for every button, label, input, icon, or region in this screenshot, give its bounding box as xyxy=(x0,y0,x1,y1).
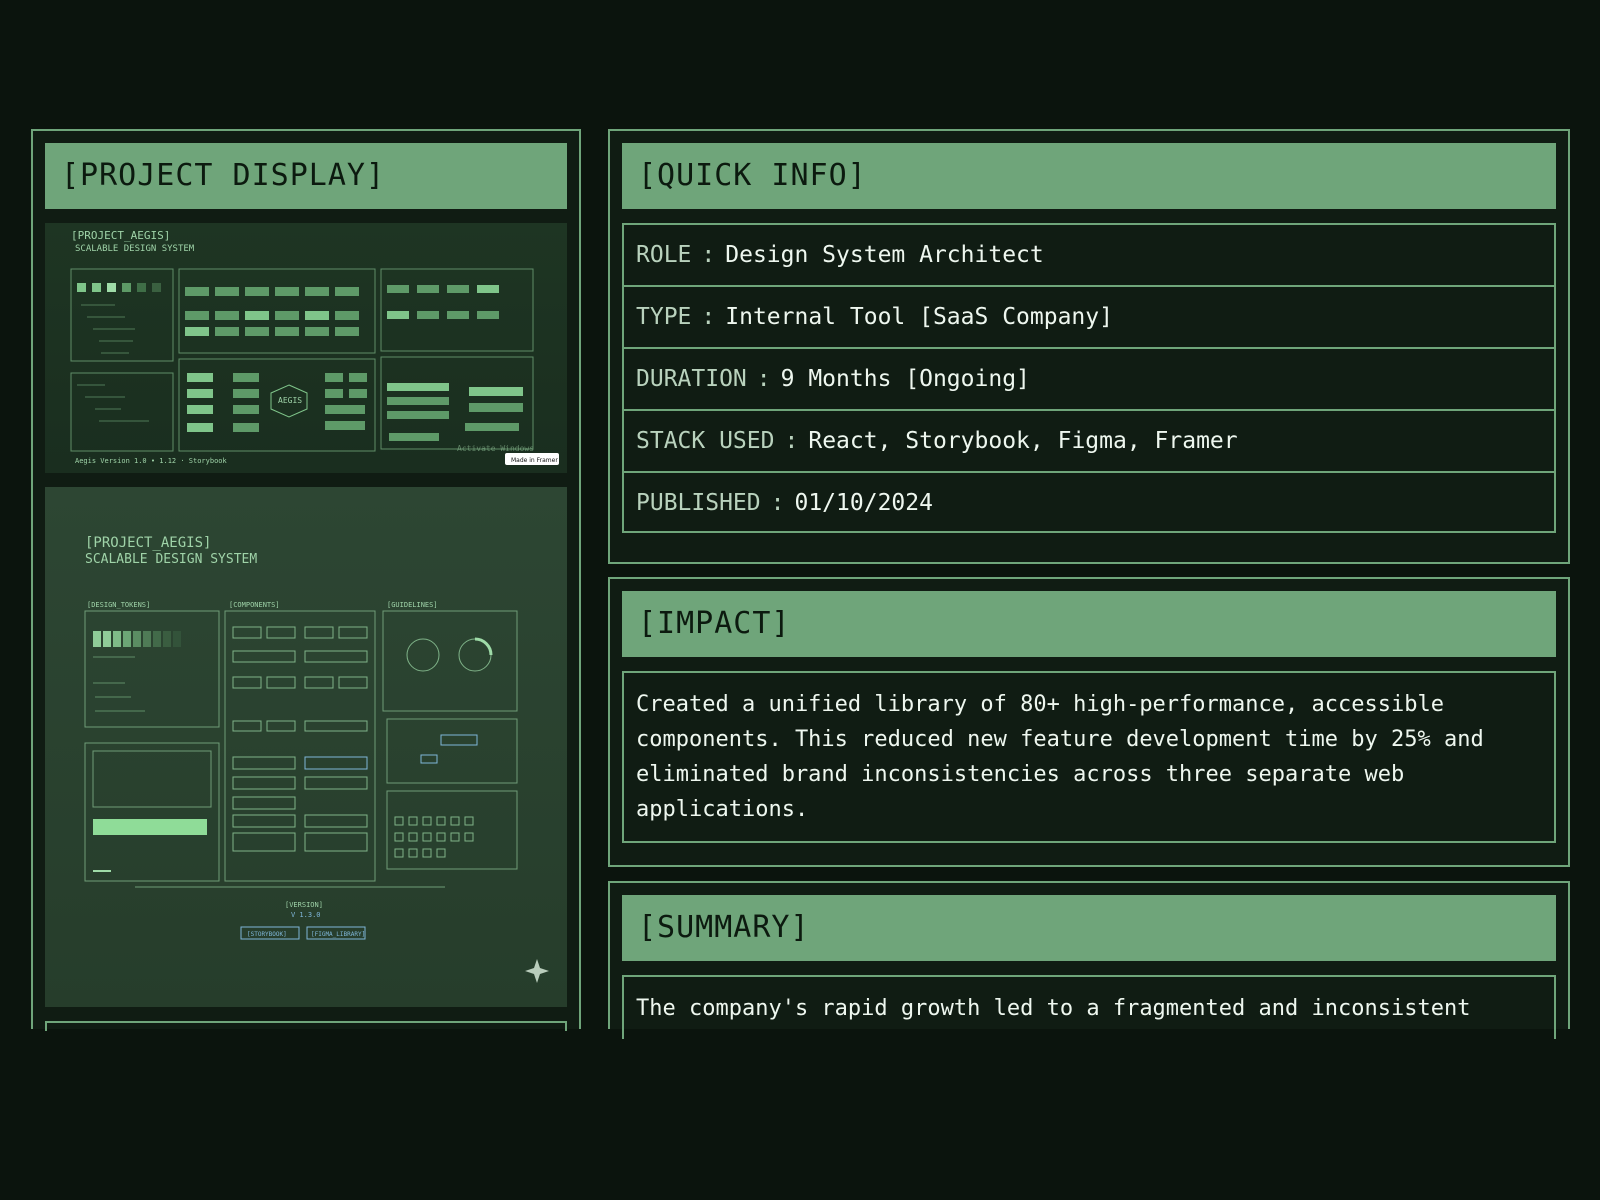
info-label: PUBLISHED xyxy=(636,490,761,516)
summary-text: The company's rapid growth led to a frag… xyxy=(622,975,1556,1039)
info-value: React, Storybook, Figma, Framer xyxy=(808,428,1238,454)
design-system-preview-2: [PROJECT_AEGIS] SCALABLE DESIGN SYSTEM [… xyxy=(84,535,549,983)
impact-panel: [IMPACT] Created a unified library of 80… xyxy=(608,577,1570,867)
info-label: STACK USED xyxy=(636,428,775,454)
info-label: ROLE xyxy=(636,242,692,268)
project-screenshot-1[interactable]: [PROJECT_AEGIS] SCALABLE DESIGN SYSTEM A… xyxy=(45,223,567,473)
quick-info-panel: [QUICK INFO] ROLE: Design System Architec… xyxy=(608,129,1570,564)
shot1-badge: Made in Framer xyxy=(511,457,558,464)
shot2-section-tokens: [DESIGN_TOKENS] xyxy=(87,601,150,609)
sparkle-icon xyxy=(525,959,549,983)
info-label: TYPE xyxy=(636,304,692,330)
impact-text: Created a unified library of 80+ high-pe… xyxy=(622,671,1556,843)
info-row-type: TYPE: Internal Tool [SaaS Company] xyxy=(624,287,1554,349)
shot2-link-storybook: [STORYBOOK] xyxy=(247,931,287,938)
shot2-version-label: [VERSION] xyxy=(285,901,323,909)
project-screenshot-2[interactable]: [PROJECT_AEGIS] SCALABLE DESIGN SYSTEM [… xyxy=(45,487,567,1007)
shot1-subtitle: SCALABLE DESIGN SYSTEM xyxy=(75,244,195,254)
design-system-preview-1: [PROJECT_AEGIS] SCALABLE DESIGN SYSTEM A… xyxy=(70,229,559,465)
info-separator: : xyxy=(756,366,771,392)
shot1-footer: Aegis Version 1.0 • 1.12 · Storybook xyxy=(75,457,228,465)
summary-title: [SUMMARY] xyxy=(622,895,1556,961)
info-row-published: PUBLISHED:01/10/2024 xyxy=(624,473,1554,531)
shot1-watermark: Activate Windows xyxy=(457,444,534,453)
shot1-center-label: AEGIS xyxy=(278,396,302,405)
info-separator: : xyxy=(784,428,799,454)
quick-info-title: [QUICK INFO] xyxy=(622,143,1556,209)
info-value: Design System Architect xyxy=(725,242,1044,268)
shot2-section-guidelines: [GUIDELINES] xyxy=(387,601,438,609)
shot2-version-value: V 1.3.0 xyxy=(291,911,321,919)
quick-info-list: ROLE: Design System Architect TYPE: Intern… xyxy=(622,223,1556,533)
summary-panel: [SUMMARY] The company's rapid growth led… xyxy=(608,881,1570,1039)
info-row-stack: STACK USED: React, Storybook, Figma, Fram… xyxy=(624,411,1554,473)
project-display-panel: [PROJECT DISPLAY] [PROJECT_AEGIS] SCALAB… xyxy=(31,129,581,1031)
info-value: 9 Months [Ongoing] xyxy=(780,366,1030,392)
info-row-duration: DURATION:9 Months [Ongoing] xyxy=(624,349,1554,411)
next-card-edge xyxy=(45,1021,567,1031)
info-row-role: ROLE: Design System Architect xyxy=(624,225,1554,287)
shot2-section-components: [COMPONENTS] xyxy=(229,601,280,609)
impact-title: [IMPACT] xyxy=(622,591,1556,657)
info-label: DURATION xyxy=(636,366,747,392)
shot2-link-figma: [FIGMA_LIBRARY] xyxy=(311,931,365,938)
shot2-subtitle: SCALABLE DESIGN SYSTEM xyxy=(85,552,257,567)
info-separator: : xyxy=(701,242,716,268)
shot1-title: [PROJECT_AEGIS] xyxy=(71,229,170,242)
info-separator: : xyxy=(701,304,716,330)
info-value: Internal Tool [SaaS Company] xyxy=(725,304,1113,330)
info-separator: : xyxy=(770,490,785,516)
project-display-title: [PROJECT DISPLAY] xyxy=(45,143,567,209)
info-value: 01/10/2024 xyxy=(794,490,933,516)
shot2-title: [PROJECT_AEGIS] xyxy=(85,535,211,551)
